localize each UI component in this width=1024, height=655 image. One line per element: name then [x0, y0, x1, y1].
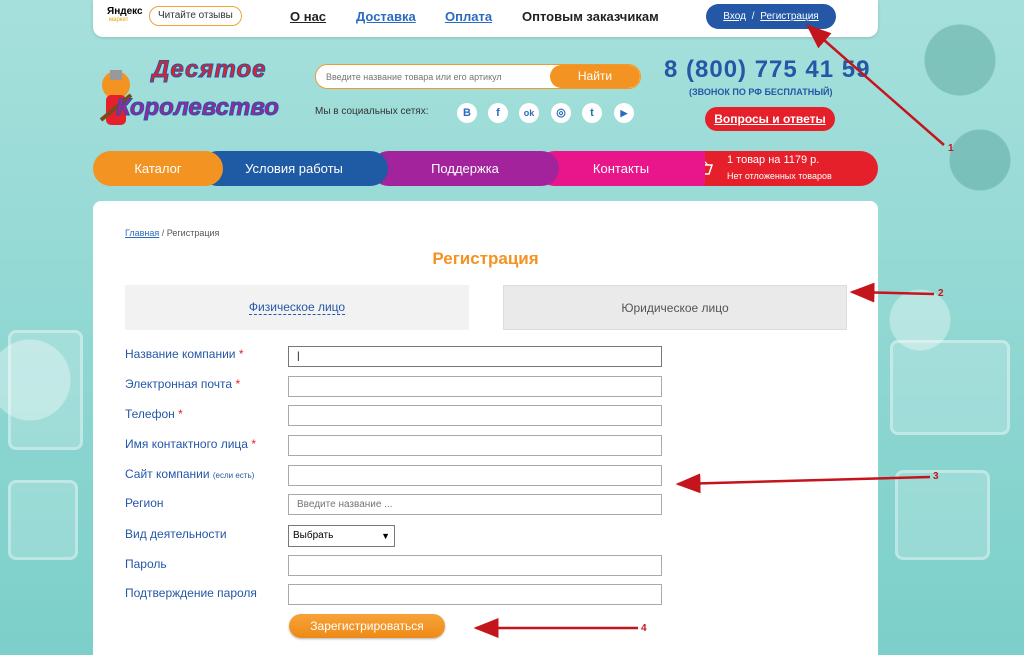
- label-activity: Вид деятельности: [125, 527, 227, 541]
- yandex-market-text: маркет: [109, 17, 129, 23]
- background-decoration: [8, 330, 83, 450]
- annotation-number-3: 3: [933, 471, 939, 482]
- annotation-number-2: 2: [938, 288, 944, 299]
- phone-number[interactable]: 8 (800) 775 41 59: [664, 56, 870, 84]
- site-logo[interactable]: Десятое Королевство: [96, 50, 286, 140]
- register-submit-button[interactable]: Зарегистрироваться: [289, 614, 445, 638]
- facebook-icon[interactable]: f: [488, 103, 508, 123]
- label-email: Электронная почта *: [125, 377, 240, 391]
- nav-support[interactable]: Поддержка: [371, 151, 559, 186]
- nav-catalog[interactable]: Каталог: [93, 151, 223, 186]
- label-password: Пароль: [125, 557, 167, 571]
- tab-individual[interactable]: Физическое лицо: [125, 285, 469, 330]
- required-mark: *: [238, 347, 244, 361]
- yandex-market-logo[interactable]: Яндекс маркет: [107, 6, 143, 32]
- contact-person-field[interactable]: [288, 435, 662, 456]
- tab-individual-label: Физическое лицо: [248, 300, 346, 315]
- label-text: Электронная почта: [125, 377, 233, 391]
- label-region: Регион: [125, 496, 164, 510]
- background-decoration: [895, 470, 990, 560]
- login-separator: /: [751, 11, 755, 22]
- search-button[interactable]: Найти: [550, 65, 640, 88]
- cart-deferred: Нет отложенных товаров: [727, 171, 832, 181]
- faq-button[interactable]: Вопросы и ответы: [705, 107, 835, 131]
- logo-text-line1: Десятое: [151, 56, 267, 84]
- top-bar: Яндекс маркет Читайте отзывы О нас Доста…: [93, 0, 878, 37]
- yandex-logo-text: Яндекс: [107, 6, 143, 17]
- main-nav: Каталог Условия работы Поддержка Контакт…: [93, 151, 705, 186]
- registration-panel: Главная / Регистрация Регистрация Физиче…: [93, 201, 878, 655]
- nav-contacts[interactable]: Контакты: [537, 151, 705, 186]
- required-mark: *: [178, 407, 183, 421]
- page-title: Регистрация: [432, 249, 539, 268]
- label-text: Название компании: [125, 347, 236, 361]
- cart-total: 1 товар на 1179 р.: [727, 154, 820, 166]
- instagram-icon[interactable]: ◎: [551, 103, 571, 123]
- register-link[interactable]: Регистрация: [760, 11, 818, 22]
- phone-note: (ЗВОНОК ПО РФ БЕСПЛАТНЫЙ): [689, 87, 833, 97]
- email-field[interactable]: [288, 376, 662, 397]
- chevron-down-icon: ▼: [381, 531, 390, 541]
- activity-select[interactable]: Выбрать ▼: [288, 525, 395, 547]
- region-field[interactable]: [288, 494, 662, 515]
- top-nav-delivery[interactable]: Доставка: [356, 9, 416, 24]
- phone-field[interactable]: [288, 405, 662, 426]
- activity-selected: Выбрать: [293, 530, 334, 541]
- search-input[interactable]: [316, 65, 551, 88]
- breadcrumb: Главная / Регистрация: [125, 228, 219, 238]
- nav-terms[interactable]: Условия работы: [200, 151, 388, 186]
- label-password-confirm: Подтверждение пароля: [125, 586, 257, 600]
- label-phone: Телефон *: [125, 407, 183, 421]
- breadcrumb-current: Регистрация: [166, 228, 220, 238]
- label-company-name: Название компании *: [125, 347, 244, 361]
- logo-text-line2: Королевство: [116, 94, 280, 122]
- label-text: Сайт компании: [125, 467, 210, 481]
- read-reviews-button[interactable]: Читайте отзывы: [149, 6, 242, 26]
- label-text: Телефон: [125, 407, 175, 421]
- search-box: Найти: [315, 64, 641, 89]
- company-site-field[interactable]: [288, 465, 662, 486]
- login-link[interactable]: Вход: [723, 11, 746, 22]
- odnoklassniki-icon[interactable]: ok: [519, 103, 539, 123]
- cart-summary[interactable]: 1 товар на 1179 р. Нет отложенных товаро…: [683, 151, 878, 186]
- annotation-number-1: 1: [948, 143, 954, 154]
- breadcrumb-separator: /: [159, 228, 167, 238]
- annotation-number-4: 4: [641, 623, 647, 634]
- tab-legal-entity[interactable]: Юридическое лицо: [503, 285, 847, 330]
- label-note: (если есть): [212, 471, 255, 480]
- label-text: Имя контактного лица: [125, 437, 248, 451]
- top-nav-about[interactable]: О нас: [290, 9, 326, 24]
- company-name-field[interactable]: |: [288, 346, 662, 367]
- top-nav-wholesale[interactable]: Оптовым заказчикам: [522, 9, 659, 24]
- background-decoration: [8, 480, 78, 560]
- twitter-icon[interactable]: t: [582, 103, 602, 123]
- youtube-icon[interactable]: ▶: [614, 103, 634, 123]
- social-label: Мы в социальных сетях:: [315, 106, 429, 117]
- top-nav-payment[interactable]: Оплата: [445, 9, 492, 24]
- password-field[interactable]: [288, 555, 662, 576]
- label-company-site: Сайт компании (если есть): [125, 467, 254, 481]
- vk-icon[interactable]: В: [457, 103, 477, 123]
- required-mark: *: [251, 437, 256, 451]
- password-confirm-field[interactable]: [288, 584, 662, 605]
- breadcrumb-home[interactable]: Главная: [125, 228, 159, 238]
- label-contact-person: Имя контактного лица *: [125, 437, 256, 451]
- required-mark: *: [235, 377, 241, 391]
- login-register-pill: Вход / Регистрация: [706, 4, 836, 29]
- background-decoration: [890, 340, 1010, 435]
